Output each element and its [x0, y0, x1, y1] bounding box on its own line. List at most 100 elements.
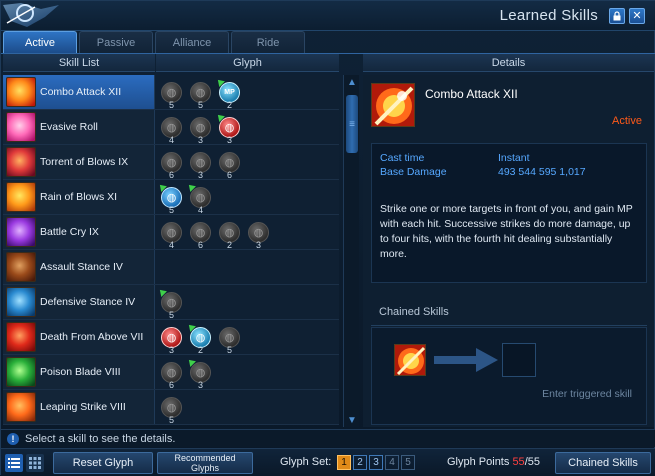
list-view-icon[interactable] [5, 454, 23, 472]
skill-cell[interactable]: Rain of Blows XI [3, 180, 155, 214]
glyph-set-4[interactable]: 4 [385, 455, 399, 470]
details-info-box: Cast time Instant Base Damage 493 544 59… [371, 143, 647, 283]
recommended-glyphs-button[interactable]: Recommended Glyphs [157, 452, 253, 474]
glyph-cell: ◍ 3 ◍ 2 ◍ 5 [155, 320, 339, 355]
grid-view-icon[interactable] [26, 454, 44, 472]
glyph-cell: ◍ 5 ◍ 4 [155, 180, 339, 215]
glyph-cell: ◍ 5 [155, 285, 339, 320]
skill-row[interactable]: Evasive Roll ◍ 4 ◍ 3 ◍ 3 [3, 110, 339, 145]
skill-cell[interactable]: Torrent of Blows IX [3, 145, 155, 179]
skill-icon[interactable] [6, 147, 36, 177]
base-damage-value: 493 544 595 1,017 [498, 166, 586, 178]
lock-icon[interactable] [609, 8, 625, 24]
skill-list-scrollbar[interactable]: ▲ ≡ ▼ [343, 75, 359, 427]
glyph-level: 3 [197, 169, 204, 180]
skill-icon[interactable] [6, 392, 36, 422]
glyph-slot[interactable]: ◍ 6 [190, 221, 211, 250]
glyph-slot[interactable]: ◍ 4 [161, 221, 182, 250]
glyph-symbol-icon: ◍ [224, 121, 235, 134]
skill-icon[interactable] [6, 357, 36, 387]
tab-active[interactable]: Active [3, 31, 77, 53]
scroll-up-icon[interactable]: ▲ [344, 75, 360, 89]
base-damage-label: Base Damage [380, 166, 447, 178]
skill-icon[interactable] [6, 182, 36, 212]
glyph-slot[interactable]: ◍ 5 [161, 396, 182, 425]
glyph-set-1[interactable]: 1 [337, 455, 351, 470]
skill-row[interactable]: Battle Cry IX ◍ 4 ◍ 6 ◍ 2 ◍ 3 [3, 215, 339, 250]
skill-icon[interactable] [6, 287, 36, 317]
skill-cell[interactable]: Assault Stance IV [3, 250, 155, 284]
tab-ride[interactable]: Ride [231, 31, 305, 53]
glyph-slot[interactable]: ◍ 6 [161, 151, 182, 180]
glyph-slot[interactable]: ◍ 3 [215, 111, 240, 145]
scroll-down-icon[interactable]: ▼ [344, 413, 360, 427]
glyph-level: 2 [197, 344, 204, 355]
skill-cell[interactable]: Leaping Strike VIII [3, 390, 155, 424]
chain-source-skill-icon[interactable] [394, 344, 426, 376]
glyph-slot[interactable]: ◍ 5 [157, 286, 182, 320]
reset-glyph-button[interactable]: Reset Glyph [53, 452, 153, 474]
skill-icon[interactable] [6, 112, 36, 142]
skill-row[interactable]: Torrent of Blows IX ◍ 6 ◍ 3 ◍ 6 [3, 145, 339, 180]
glyph-level: 3 [168, 344, 175, 355]
scroll-thumb[interactable]: ≡ [346, 95, 358, 153]
chain-arrow-icon [434, 348, 498, 372]
glyph-level: 5 [168, 204, 175, 215]
glyph-slot[interactable]: ◍ 2 [219, 221, 240, 250]
skill-row[interactable]: Combo Attack XII ◍ 5 ◍ 5 MP 2 [3, 75, 339, 110]
skill-row[interactable]: Poison Blade VIII ◍ 6 ◍ 3 [3, 355, 339, 390]
glyph-slot[interactable]: ◍ 6 [219, 151, 240, 180]
glyph-slot[interactable]: ◍ 6 [161, 361, 182, 390]
skill-row[interactable]: Leaping Strike VIII ◍ 5 [3, 390, 339, 425]
glyph-slot[interactable]: ◍ 4 [161, 116, 182, 145]
bottom-bar: Reset Glyph Recommended Glyphs Glyph Set… [1, 448, 655, 476]
glyph-slot[interactable]: ◍ 3 [186, 356, 211, 390]
skill-cell[interactable]: Poison Blade VIII [3, 355, 155, 389]
glyph-set-5[interactable]: 5 [401, 455, 415, 470]
glyph-slot[interactable]: ◍ 5 [190, 81, 211, 110]
skill-cell[interactable]: Evasive Roll [3, 110, 155, 144]
skill-cell[interactable]: Battle Cry IX [3, 215, 155, 249]
skill-cell[interactable]: Death From Above VII [3, 320, 155, 354]
close-icon[interactable]: ✕ [629, 8, 645, 24]
glyph-header: Glyph [156, 54, 339, 72]
glyph-level: 3 [197, 134, 204, 145]
glyph-slot[interactable]: ◍ 3 [190, 116, 211, 145]
skill-row[interactable]: Rain of Blows XI ◍ 5 ◍ 4 [3, 180, 339, 215]
glyph-slot[interactable]: ◍ 4 [186, 181, 211, 215]
skill-cell[interactable]: Defensive Stance IV [3, 285, 155, 319]
glyph-set-2[interactable]: 2 [353, 455, 367, 470]
skill-name: Evasive Roll [40, 121, 98, 133]
title-bar[interactable]: Learned Skills ✕ [1, 1, 655, 31]
glyph-level: 5 [197, 99, 204, 110]
glyph-slot[interactable]: ◍ 3 [161, 326, 182, 355]
skill-icon[interactable] [6, 322, 36, 352]
triggered-skill-slot[interactable] [502, 343, 536, 377]
tab-alliance[interactable]: Alliance [155, 31, 229, 53]
glyph-slot[interactable]: ◍ 5 [219, 326, 240, 355]
glyph-level: 3 [255, 239, 262, 250]
skill-row[interactable]: Defensive Stance IV ◍ 5 [3, 285, 339, 320]
glyph-new-marker-icon [186, 181, 196, 192]
glyph-level: 6 [197, 239, 204, 250]
skill-row[interactable]: Assault Stance IV [3, 250, 339, 285]
glyph-slot[interactable]: ◍ 5 [157, 181, 182, 215]
glyph-level: 5 [168, 309, 175, 320]
skill-icon[interactable] [6, 217, 36, 247]
glyph-slot[interactable]: ◍ 2 [186, 321, 211, 355]
chained-skills-button[interactable]: Chained Skills [555, 452, 651, 474]
glyph-slot[interactable]: ◍ 3 [190, 151, 211, 180]
glyph-set-3[interactable]: 3 [369, 455, 383, 470]
skill-name: Combo Attack XII [40, 86, 122, 98]
details-status: Active [612, 115, 642, 127]
glyph-slot[interactable]: ◍ 3 [248, 221, 269, 250]
skill-icon[interactable] [6, 77, 36, 107]
skill-row[interactable]: Death From Above VII ◍ 3 ◍ 2 ◍ 5 [3, 320, 339, 355]
tab-passive[interactable]: Passive [79, 31, 153, 53]
glyph-slot[interactable]: ◍ 5 [161, 81, 182, 110]
glyph-slot[interactable]: MP 2 [215, 76, 240, 110]
skill-cell[interactable]: Combo Attack XII [3, 75, 155, 109]
skill-icon[interactable] [6, 252, 36, 282]
glyph-cell: ◍ 4 ◍ 6 ◍ 2 ◍ 3 [155, 215, 339, 250]
glyph-level: 4 [168, 239, 175, 250]
